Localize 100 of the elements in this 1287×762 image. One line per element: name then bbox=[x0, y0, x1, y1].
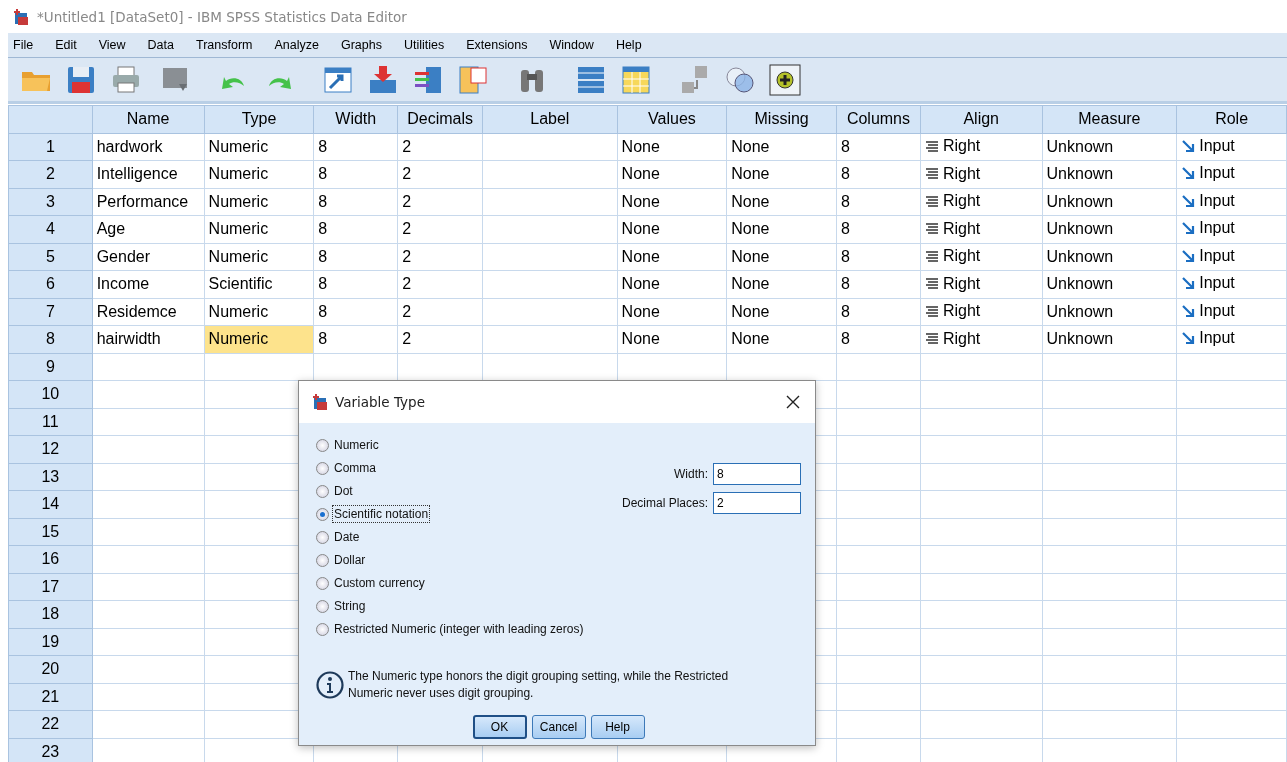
radio-button[interactable] bbox=[316, 507, 329, 521]
field-label: Width: bbox=[674, 467, 708, 481]
column-header[interactable]: Label bbox=[482, 105, 618, 133]
table-cell: 2 bbox=[397, 160, 483, 188]
column-header[interactable]: Width bbox=[313, 105, 398, 133]
cell-text: Right bbox=[942, 219, 981, 238]
column-header[interactable]: Role bbox=[1176, 105, 1287, 133]
row-number[interactable]: 4 bbox=[8, 215, 93, 243]
row-number[interactable]: 12 bbox=[8, 435, 93, 463]
menu-item[interactable]: Extensions bbox=[461, 38, 537, 52]
table-cell: None bbox=[617, 298, 727, 326]
radio-label[interactable]: Scientific notation bbox=[332, 505, 431, 523]
menu-item[interactable]: Transform bbox=[191, 38, 262, 52]
column-header[interactable]: Decimals bbox=[397, 105, 483, 133]
cell-text: Input bbox=[1199, 164, 1235, 183]
column-header[interactable]: Measure bbox=[1042, 105, 1177, 133]
row-number[interactable]: 8 bbox=[8, 325, 93, 353]
table-cell: 2 bbox=[397, 243, 483, 271]
table-cell: 8 bbox=[313, 325, 398, 353]
radio-button[interactable] bbox=[316, 438, 329, 452]
radio-button[interactable] bbox=[316, 484, 329, 498]
menu-item[interactable]: Graphs bbox=[335, 38, 391, 52]
dialog-button[interactable]: OK bbox=[472, 715, 527, 739]
row-number[interactable]: 9 bbox=[8, 353, 93, 381]
menu-item[interactable]: Help bbox=[610, 38, 651, 52]
menu-item[interactable]: Utilities bbox=[398, 38, 454, 52]
menu-item[interactable]: Window bbox=[544, 38, 603, 52]
close-icon[interactable] bbox=[785, 394, 801, 410]
row-number[interactable]: 6 bbox=[8, 270, 93, 298]
radio-label[interactable]: Dot bbox=[332, 482, 355, 500]
printer-icon[interactable] bbox=[110, 63, 142, 96]
column-header[interactable]: Align bbox=[920, 105, 1043, 133]
cell-text: Input bbox=[1199, 191, 1235, 210]
table-cell: Unknown bbox=[1042, 270, 1177, 298]
input-arrow-icon bbox=[1181, 221, 1196, 236]
row-number[interactable]: 13 bbox=[8, 463, 93, 491]
row-number[interactable]: 14 bbox=[8, 490, 93, 518]
row-number[interactable]: 15 bbox=[8, 518, 93, 546]
row-number[interactable]: 5 bbox=[8, 243, 93, 271]
row-number[interactable]: 10 bbox=[8, 380, 93, 408]
highlighted-table-icon[interactable] bbox=[620, 63, 652, 96]
table-cell: 2 bbox=[397, 133, 483, 161]
menu-item[interactable]: Data bbox=[142, 38, 183, 52]
radio-label[interactable]: Dollar bbox=[332, 551, 368, 569]
row-number[interactable]: 22 bbox=[8, 710, 93, 738]
value-labels-icon[interactable] bbox=[457, 63, 489, 96]
column-header[interactable]: Type bbox=[204, 105, 314, 133]
radio-label[interactable]: Numeric bbox=[332, 436, 381, 454]
column-header[interactable]: Values bbox=[617, 105, 727, 133]
row-number[interactable]: 11 bbox=[8, 408, 93, 436]
table-cell: 8 bbox=[836, 270, 921, 298]
radio-button[interactable] bbox=[316, 622, 329, 636]
dialog-button[interactable]: Help bbox=[590, 715, 645, 739]
row-number[interactable]: 2 bbox=[8, 160, 93, 188]
radio-label[interactable]: Date bbox=[332, 528, 362, 546]
table-cell: 8 bbox=[313, 298, 398, 326]
table-cell: None bbox=[617, 270, 727, 298]
table-cell: Performance bbox=[92, 188, 205, 216]
row-number[interactable]: 23 bbox=[8, 738, 93, 762]
align-right-icon bbox=[924, 194, 939, 208]
row-number[interactable]: 21 bbox=[8, 683, 93, 711]
radio-button[interactable] bbox=[316, 461, 329, 475]
row-number[interactable]: 18 bbox=[8, 600, 93, 628]
input-arrow-icon bbox=[1181, 248, 1196, 263]
radio-label[interactable]: Custom currency bbox=[332, 574, 427, 592]
row-number[interactable]: 19 bbox=[8, 628, 93, 656]
row-number[interactable]: 17 bbox=[8, 573, 93, 601]
row-number[interactable]: 20 bbox=[8, 655, 93, 683]
cell-text: Input bbox=[1199, 329, 1235, 348]
table-cell: 2 bbox=[397, 270, 483, 298]
menu-item[interactable]: Edit bbox=[50, 38, 86, 52]
row-number[interactable]: 16 bbox=[8, 545, 93, 573]
table-cell: 8 bbox=[836, 215, 921, 243]
table-cell: None bbox=[726, 243, 837, 271]
cell-text: Right bbox=[942, 247, 981, 265]
row-number[interactable]: 7 bbox=[8, 298, 93, 326]
dialog-button[interactable]: Cancel bbox=[531, 715, 586, 739]
cell-text: Right bbox=[942, 329, 981, 348]
row-number[interactable]: 1 bbox=[8, 133, 93, 161]
radio-button[interactable] bbox=[316, 553, 329, 567]
input-arrow-icon bbox=[1181, 138, 1196, 153]
radio-button[interactable] bbox=[316, 599, 329, 613]
radio-label[interactable]: Comma bbox=[332, 459, 378, 477]
row-number[interactable]: 3 bbox=[8, 188, 93, 216]
radio-label[interactable]: String bbox=[332, 597, 368, 615]
radio-button[interactable] bbox=[316, 576, 329, 590]
table-cell: 2 bbox=[397, 298, 483, 326]
dialog-title: Variable Type bbox=[335, 394, 426, 410]
menu-item[interactable]: File bbox=[8, 38, 43, 52]
input-field[interactable]: 8 bbox=[713, 463, 801, 485]
table-cell: Unknown bbox=[1042, 160, 1177, 188]
radio-button[interactable] bbox=[316, 530, 329, 544]
column-header[interactable]: Name bbox=[92, 105, 205, 133]
radio-label[interactable]: Restricted Numeric (integer with leading zeros) bbox=[332, 620, 586, 638]
table-down-arrow-icon[interactable] bbox=[367, 63, 399, 96]
column-header[interactable]: Missing bbox=[726, 105, 837, 133]
column-header[interactable]: Columns bbox=[836, 105, 921, 133]
menu-item[interactable]: View bbox=[93, 38, 135, 52]
input-field[interactable]: 2 bbox=[713, 492, 801, 514]
menu-item[interactable]: Analyze bbox=[269, 38, 328, 52]
